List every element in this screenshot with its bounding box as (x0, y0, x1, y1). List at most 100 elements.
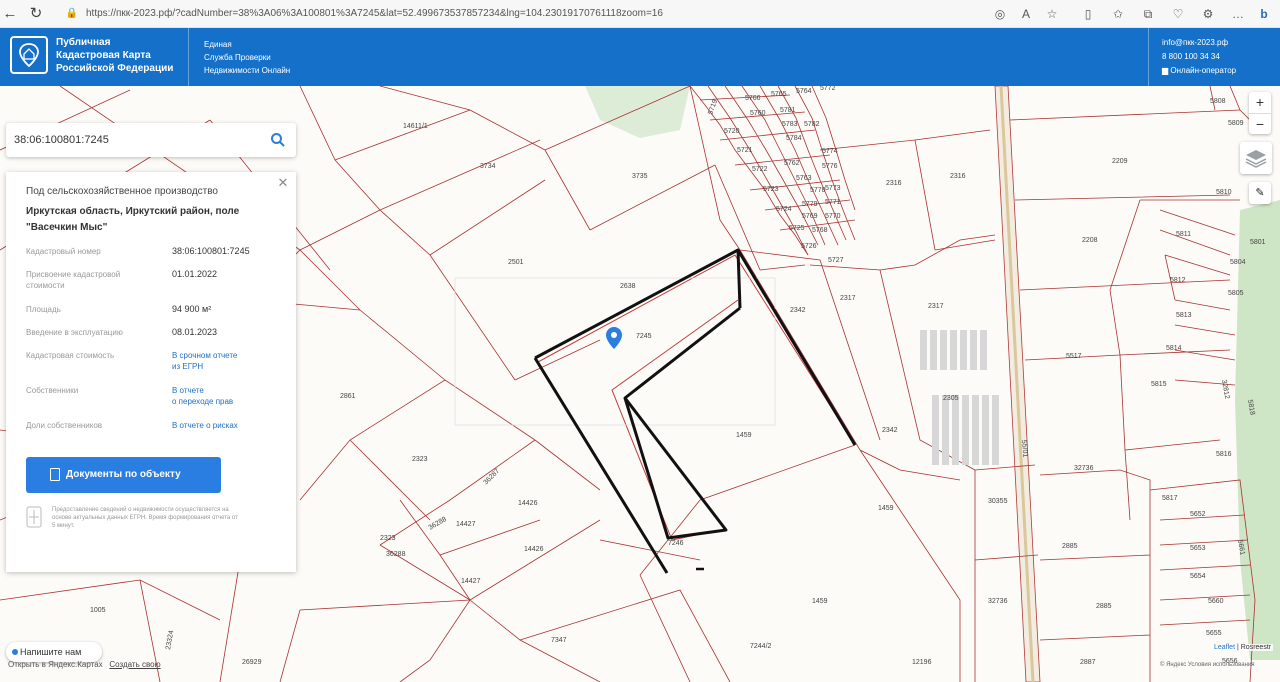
parcel-label: 5653 (1190, 545, 1206, 552)
commissioning-value: 08.01.2023 (172, 327, 218, 337)
documents-button[interactable]: Документы по объекту (26, 457, 221, 493)
shares-link[interactable]: В отчете о рисках (172, 420, 238, 431)
parcel-label: 5779 (802, 201, 818, 208)
chat-widget-button[interactable]: Напишите нам (6, 642, 102, 662)
split-screen-icon[interactable]: ▯ (1080, 6, 1096, 22)
favorite-icon[interactable]: ☆ (1044, 6, 1060, 22)
parcel-label: 5726 (801, 243, 817, 250)
parcel-label: 5814 (1166, 345, 1182, 352)
parcel-label: 7246 (668, 540, 684, 547)
yandex-terms[interactable]: © Яндекс Условия использования (1160, 662, 1255, 668)
parcel-info-panel: ✕ Под сельскохозяйственное производство … (6, 172, 296, 572)
collections-icon[interactable]: ⧉ (1140, 6, 1156, 22)
address-bar[interactable]: https://пкк-2023.рф/?cadNumber=38%3A06%3… (86, 8, 966, 19)
parcel-label: 2885 (1096, 603, 1112, 610)
create-map-link[interactable]: Создать свою (109, 660, 160, 669)
parcel-label: 5724 (776, 206, 792, 213)
reload-icon[interactable]: ↻ (26, 4, 46, 24)
parcel-label: 5764 (796, 88, 812, 95)
broken-image-frame (454, 277, 776, 426)
parcel-label: 14426 (524, 546, 544, 553)
parcel-label: 2885 (1062, 543, 1078, 550)
layers-button[interactable] (1240, 142, 1272, 174)
valuation-date-label: Присвоение кадастровой стоимости (26, 270, 121, 290)
parcel-label: 5766 (745, 95, 761, 102)
cadastral-number-value: 38:06:100801:7245 (172, 246, 250, 256)
zoom-out-button[interactable]: − (1249, 113, 1271, 134)
email-link[interactable]: info@пкк-2023.рф (1162, 36, 1236, 50)
disclaimer-text: Предоставление сведений о недвижимости о… (52, 507, 238, 529)
location-icon[interactable]: ◎ (992, 6, 1008, 22)
parcel-label: 2317 (928, 303, 944, 310)
parcel-label: 2305 (943, 395, 959, 402)
parcel-label: 5720 (724, 128, 740, 135)
open-in-yandex-link[interactable]: Открыть в Яндекс.Картах (8, 660, 103, 669)
parcel-label: 5783 (782, 121, 798, 128)
parcel-label: 2342 (790, 307, 806, 314)
parcel-label: 32736 (988, 598, 1008, 605)
parcel-label: 5661 (1236, 539, 1246, 556)
chat-icon: ▆ (1162, 66, 1169, 75)
parcel-label: 5768 (812, 227, 828, 234)
site-title[interactable]: Публичная Кадастровая Карта Российской Ф… (56, 36, 173, 75)
parcel-label: 3735 (632, 173, 648, 180)
parcel-label: 5810 (1216, 189, 1232, 196)
parcel-label: 1459 (736, 432, 752, 439)
parcel-label: 5721 (737, 147, 753, 154)
parcel-label: 14427 (461, 578, 481, 585)
back-icon[interactable]: ← (0, 4, 20, 24)
cadastral-number-label: Кадастровый номер (26, 247, 101, 256)
parcel-label: 5817 (1162, 495, 1178, 502)
parcel-label: 5517 (1066, 353, 1082, 360)
search-icon[interactable] (270, 132, 286, 148)
contact-block: info@пкк-2023.рф 8 800 100 34 34 ▆ Онлай… (1162, 36, 1236, 78)
map-green-area (1235, 200, 1280, 660)
header-divider (1148, 28, 1149, 86)
parcel-label: 5784 (786, 135, 802, 142)
parcel-label: 36288 (386, 551, 406, 558)
zoom-in-button[interactable]: + (1249, 92, 1271, 113)
parcel-label: 14427 (456, 521, 476, 528)
logo-icon[interactable] (10, 36, 48, 74)
parcel-label: 2323 (412, 456, 428, 463)
phone-link[interactable]: 8 800 100 34 34 (1162, 50, 1236, 64)
extensions-icon[interactable]: ⚙ (1200, 6, 1216, 22)
browser-essentials-icon[interactable]: ♡ (1170, 6, 1186, 22)
draw-tool-button[interactable]: ✎ (1249, 182, 1271, 204)
map-road-center (999, 86, 1035, 682)
parcel-label: 5774 (822, 148, 838, 155)
parcel-label: 5773 (825, 185, 841, 192)
parcel-label: 2323 (380, 535, 396, 542)
parcel-label: 5765 (771, 91, 787, 98)
leaflet-link[interactable]: Leaflet (1214, 644, 1235, 651)
online-operator-link[interactable]: ▆ Онлайн-оператор (1162, 64, 1236, 78)
lock-icon[interactable]: 🔒 (62, 4, 82, 24)
parcel-label: 5801 (1250, 239, 1266, 246)
parcel-label: 30355 (988, 498, 1008, 505)
owners-link[interactable]: В отчете о переходе прав (172, 385, 233, 407)
info-document-icon (26, 506, 42, 528)
parcel-label: 2316 (950, 173, 966, 180)
favorites-list-icon[interactable]: ✩ (1110, 6, 1126, 22)
parcel-label: 14426 (518, 500, 538, 507)
cadastral-value-link[interactable]: В срочном отчете из ЕГРН (172, 350, 237, 372)
area-value: 94 900 м² (172, 304, 212, 314)
parcel-label: 5771 (825, 199, 841, 206)
copilot-icon[interactable]: b (1256, 6, 1272, 22)
pencil-icon: ✎ (1255, 187, 1265, 199)
close-icon[interactable]: ✕ (276, 176, 290, 190)
parcel-label: 32736 (1074, 465, 1094, 472)
more-icon[interactable]: … (1230, 6, 1246, 22)
read-aloud-icon[interactable]: A (1018, 6, 1034, 22)
zoom-control: + − (1249, 92, 1271, 134)
parcel-label: 5727 (828, 257, 844, 264)
search-input[interactable] (14, 131, 254, 149)
parcel-label: 5813 (1176, 312, 1192, 319)
parcel-label: 5652 (1190, 511, 1206, 518)
parcel-label: 2501 (508, 259, 524, 266)
location-marker-icon[interactable] (606, 327, 622, 349)
parcel-label: 5763 (796, 175, 812, 182)
parcel-label: 5805 (1228, 290, 1244, 297)
parcel-label: 5725 (789, 225, 805, 232)
parcel-label: 5772 (820, 86, 836, 92)
